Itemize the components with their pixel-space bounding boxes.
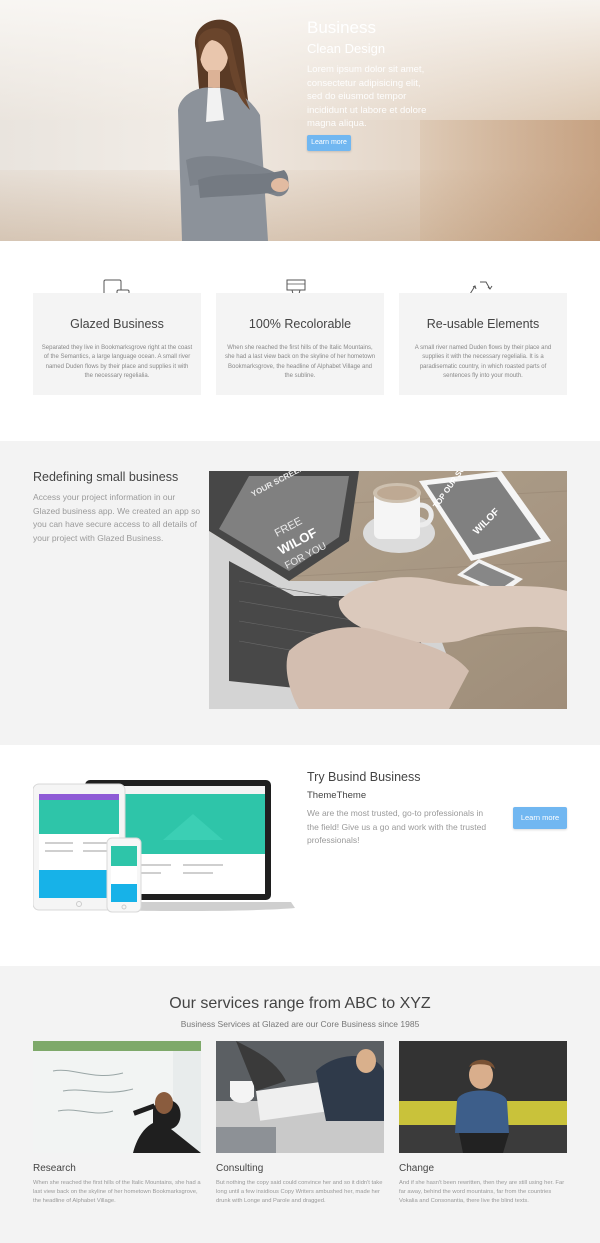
change-image	[399, 1041, 567, 1153]
hero-background	[0, 0, 600, 120]
service-name-change: Change	[399, 1163, 435, 1174]
feature-card-recolorable: 100% Recolorable When she reached the fi…	[216, 293, 384, 395]
feature-title: 100% Recolorable	[248, 317, 352, 331]
service-description-change: And if she hasn't been rewritten, then t…	[399, 1180, 565, 1205]
feature-title: Glazed Business	[70, 317, 164, 331]
hero-learn-more-button[interactable]: Learn more	[307, 135, 351, 151]
businesswoman-image	[178, 19, 290, 241]
hero-background-warm	[420, 120, 600, 241]
hero-subtitle: Clean Design	[307, 41, 386, 56]
service-description-research: When she reached the first hills of the …	[33, 1180, 201, 1205]
feature-description: Separated they live in Bookmarksgrove ri…	[41, 345, 193, 380]
feature-description: When she reached the first hills of the …	[224, 345, 376, 380]
feature-card-reusable-elements: Re-usable Elements A small river named D…	[399, 293, 567, 395]
laptop-desk-image: FREE WILOF FOR YOU YOUR SCREEN HERE TOP …	[209, 471, 567, 709]
feature-description: A small river named Duden flows by their…	[414, 345, 552, 380]
responsive-devices-image	[33, 780, 295, 913]
hero-section: Business Clean Design Lorem ipsum dolor …	[0, 0, 600, 241]
redefining-description: Access your project information in our G…	[33, 492, 201, 543]
try-subtitle: ThemeTheme	[307, 790, 367, 801]
redefining-section: Redefining small business Access your pr…	[0, 441, 600, 745]
service-description-consulting: But nothing the copy said could convince…	[216, 1180, 383, 1205]
hero-title: Business	[307, 18, 376, 37]
service-name-consulting: Consulting	[216, 1163, 264, 1174]
services-subtitle: Business Services at Glazed are our Core…	[180, 1019, 420, 1029]
services-section: Our services range from ABC to XYZ Busin…	[0, 966, 600, 1243]
service-name-research: Research	[33, 1163, 76, 1174]
try-title: Try Busind Business	[307, 770, 421, 784]
redefining-title: Redefining small business	[33, 470, 179, 484]
hero-description: Lorem ipsum dolor sit amet, consectetur …	[307, 64, 427, 129]
feature-card-glazed-business: Glazed Business Separated they live in B…	[33, 293, 201, 395]
research-image	[33, 1041, 201, 1153]
consulting-image	[216, 1041, 384, 1153]
try-learn-more-button[interactable]: Learn more	[513, 807, 567, 829]
hero-text: Business Clean Design Lorem ipsum dolor …	[307, 18, 437, 131]
try-description: We are the most trusted, go-to professio…	[307, 808, 487, 845]
services-title: Our services range from ABC to XYZ	[169, 995, 431, 1012]
feature-title: Re-usable Elements	[426, 317, 540, 331]
